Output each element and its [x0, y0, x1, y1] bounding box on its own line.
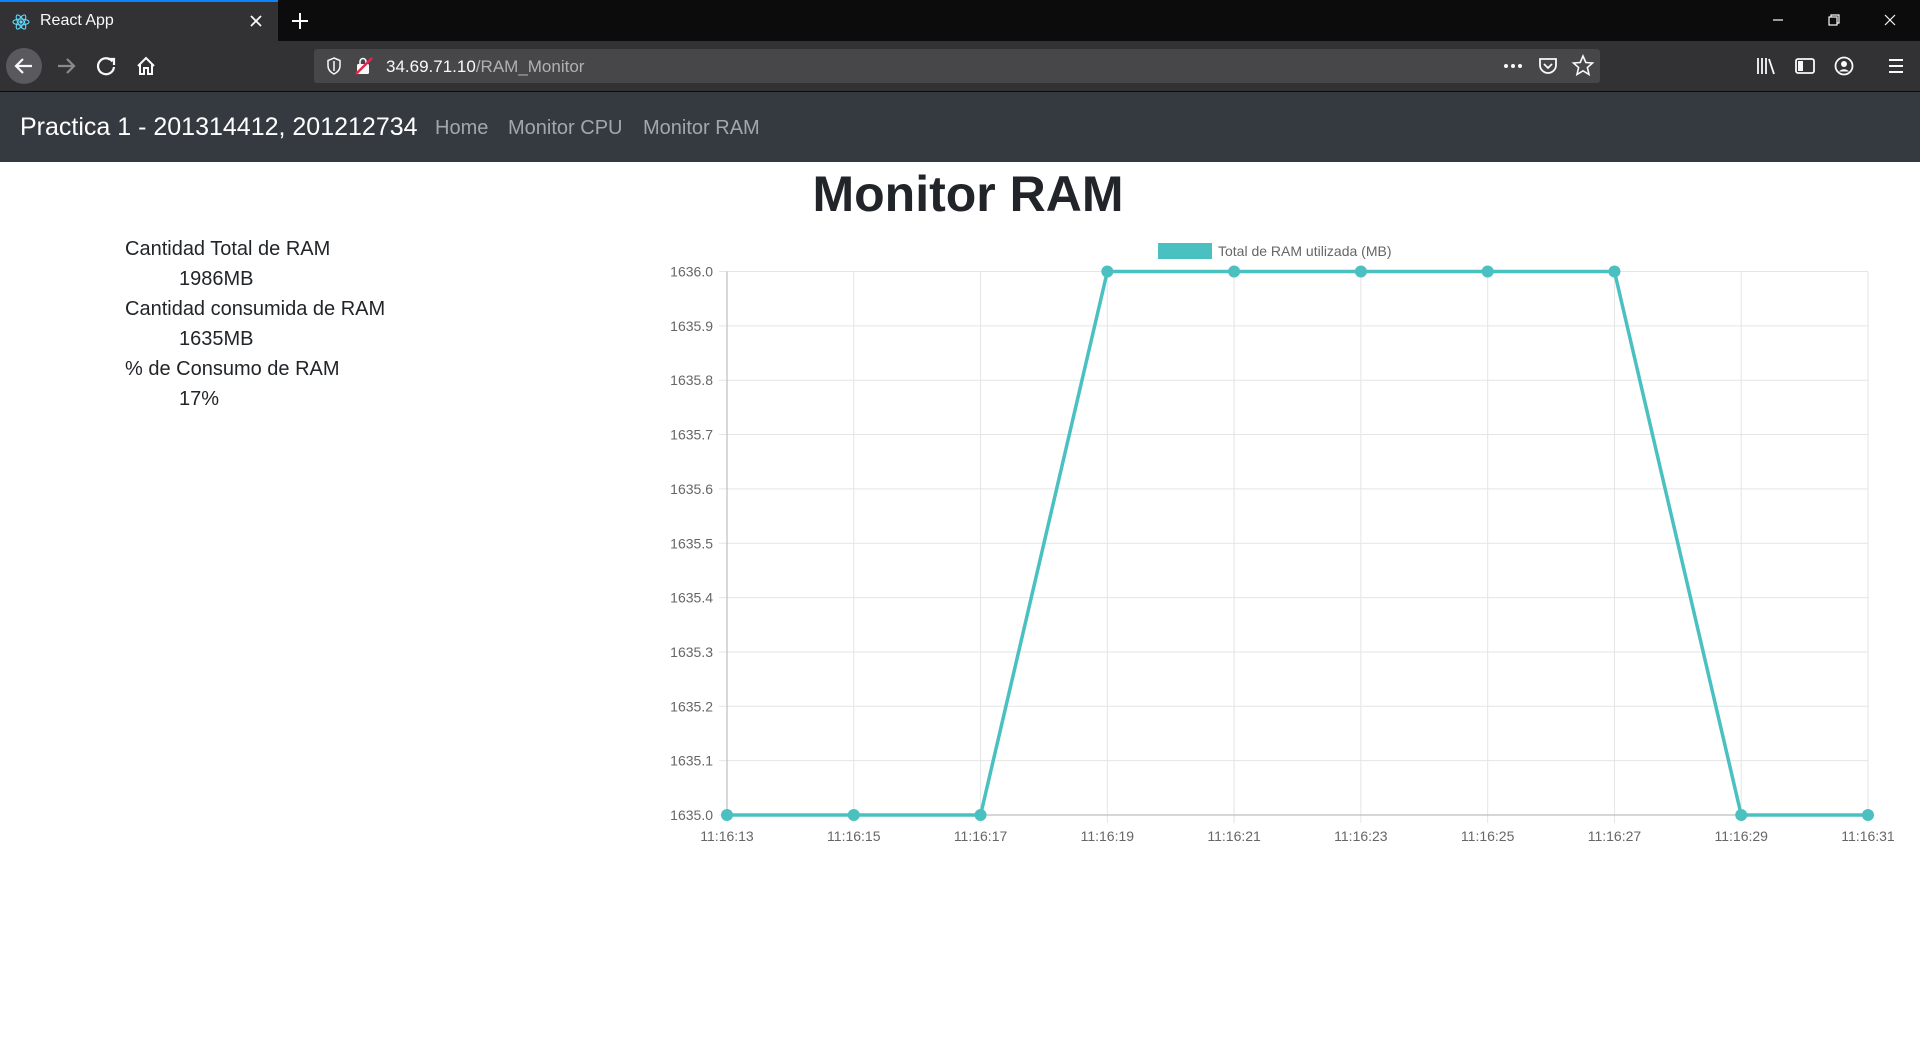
y-tick-label: 1635.1 — [670, 753, 713, 769]
y-tick-label: 1636.0 — [670, 264, 713, 280]
x-tick-label: 11:16:31 — [1841, 828, 1895, 844]
data-point — [1228, 265, 1241, 278]
x-tick-label: 11:16:23 — [1334, 828, 1388, 844]
x-tick-label: 11:16:27 — [1588, 828, 1642, 844]
y-tick-label: 1635.0 — [670, 807, 713, 823]
x-tick-label: 11:16:29 — [1714, 828, 1768, 844]
data-point — [721, 809, 733, 821]
data-point — [1354, 265, 1367, 278]
y-tick-label: 1635.8 — [670, 372, 713, 388]
y-tick-label: 1635.9 — [670, 318, 713, 334]
data-point — [847, 809, 860, 821]
x-tick-label: 11:16:15 — [827, 828, 881, 844]
data-point — [1101, 265, 1114, 278]
x-tick-label: 11:16:19 — [1081, 828, 1135, 844]
x-tick-label: 11:16:21 — [1207, 828, 1261, 844]
y-tick-label: 1635.7 — [670, 427, 713, 443]
data-point — [1735, 809, 1748, 821]
y-tick-label: 1635.3 — [670, 644, 713, 660]
x-tick-label: 11:16:13 — [700, 828, 754, 844]
data-point — [974, 809, 987, 821]
y-tick-label: 1635.6 — [670, 481, 713, 497]
x-tick-label: 11:16:25 — [1461, 828, 1515, 844]
ram-line-chart: 1636.0 1635.9 1635.8 1635.7 1635.6 1635.5 1635… — [670, 243, 1895, 844]
data-point — [1608, 265, 1621, 278]
x-tick-label: 11:16:17 — [954, 828, 1008, 844]
data-point — [1862, 809, 1874, 821]
data-point — [1481, 265, 1494, 278]
legend-swatch — [1158, 243, 1212, 259]
y-tick-label: 1635.5 — [670, 535, 713, 551]
y-tick-label: 1635.2 — [670, 698, 713, 714]
y-tick-label: 1635.4 — [670, 590, 713, 606]
legend-label: Total de RAM utilizada (MB) — [1218, 243, 1392, 259]
